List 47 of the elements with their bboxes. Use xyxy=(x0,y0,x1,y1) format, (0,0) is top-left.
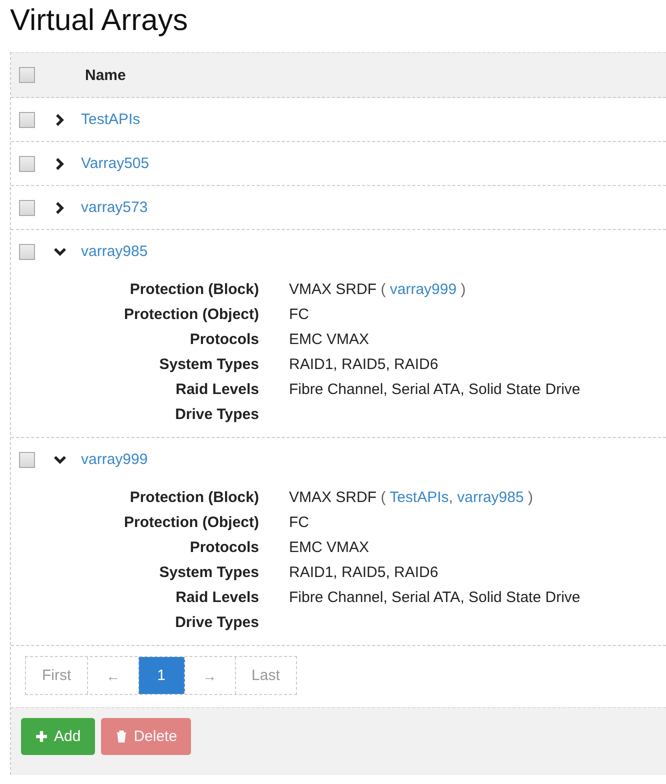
detail-label: Protocols xyxy=(188,539,259,556)
detail-label: Raid Levels xyxy=(174,589,259,606)
plus-icon xyxy=(35,730,48,743)
array-link[interactable]: varray985 xyxy=(457,489,524,506)
chevron-down-icon[interactable] xyxy=(54,454,66,466)
checkbox[interactable] xyxy=(19,200,35,216)
detail-label: Drive Types xyxy=(174,614,259,631)
detail-label: System Types xyxy=(158,564,259,581)
detail-value: VMAX SRDF ( TestAPIs, varray985 ) xyxy=(289,489,534,506)
checkbox[interactable] xyxy=(19,244,35,260)
detail-value: Fibre Channel, Serial ATA, Solid State Drive xyxy=(289,589,582,606)
detail-label: Protocols xyxy=(188,331,259,348)
array-link[interactable]: varray985 xyxy=(81,243,148,260)
detail-value: EMC VMAX xyxy=(289,539,370,556)
detail-label: Protection (Block) xyxy=(128,489,259,506)
checkbox[interactable] xyxy=(19,156,35,172)
array-link[interactable]: varray573 xyxy=(81,199,148,216)
detail-value: Fibre Channel, Serial ATA, Solid State Drive xyxy=(289,381,582,398)
chevron-right-icon[interactable] xyxy=(54,202,66,214)
detail-value: EMC VMAX xyxy=(289,331,370,348)
array-link[interactable]: TestAPIs xyxy=(390,489,449,506)
checkbox[interactable] xyxy=(19,452,35,468)
chevron-right-icon[interactable] xyxy=(54,158,66,170)
array-link[interactable]: varray999 xyxy=(81,451,148,468)
array-link[interactable]: Varray505 xyxy=(81,155,150,172)
detail-label: Protection (Block) xyxy=(128,281,259,298)
detail-value: RAID1, RAID5, RAID6 xyxy=(289,356,440,373)
detail-label: System Types xyxy=(158,356,259,373)
chevron-right-icon[interactable] xyxy=(54,114,66,126)
checkbox[interactable] xyxy=(19,112,35,128)
array-link[interactable]: varray999 xyxy=(390,281,457,298)
trash-icon xyxy=(114,730,128,743)
chevron-down-icon[interactable] xyxy=(54,246,66,258)
detail-label: Protection (Object) xyxy=(122,514,259,531)
add-button[interactable]: Add xyxy=(21,718,95,755)
detail-value: FC xyxy=(289,306,310,323)
detail-value: RAID1, RAID5, RAID6 xyxy=(289,564,440,581)
detail-value: VMAX SRDF ( varray999 ) xyxy=(289,281,467,298)
detail-label: Protection (Object) xyxy=(122,306,259,323)
array-link[interactable]: TestAPIs xyxy=(81,111,140,128)
detail-label: Drive Types xyxy=(174,406,259,423)
detail-value: FC xyxy=(289,514,310,531)
page-button[interactable]: 1 xyxy=(139,657,185,694)
checkbox[interactable] xyxy=(19,67,35,83)
detail-label: Raid Levels xyxy=(174,381,259,398)
page-title: Virtual Arrays xyxy=(10,3,189,39)
column-header: Name xyxy=(85,66,126,84)
